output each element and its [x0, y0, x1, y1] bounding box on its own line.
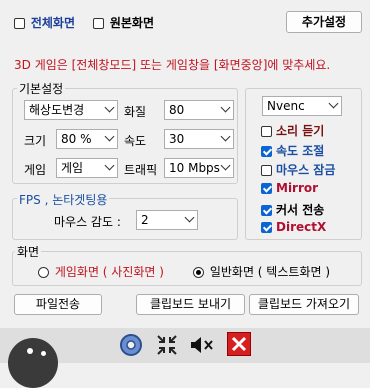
close-icon[interactable]	[227, 332, 251, 356]
quality-label: 화질	[124, 105, 147, 119]
mute-speaker-icon[interactable]	[189, 334, 215, 356]
size-label: 크기	[24, 134, 47, 148]
notice-text: 3D 게임은 [전체창모드] 또는 게임창을 [화면중앙]에 맞추세요.	[14, 58, 331, 72]
option-checkbox-box[interactable]	[261, 165, 272, 176]
option-0-checkbox[interactable]: 소리 듣기	[261, 122, 324, 139]
fullscreen-checkbox-box[interactable]	[14, 18, 25, 29]
option-label: 마우스 잠금	[276, 163, 336, 177]
mouse-sensitivity-select[interactable]: 2	[136, 210, 198, 230]
speed-label: 속도	[124, 134, 147, 148]
option-2-checkbox[interactable]: 마우스 잠금	[261, 161, 335, 178]
option-5-checkbox[interactable]: DirectX	[261, 220, 326, 234]
collapse-icon[interactable]	[156, 334, 178, 356]
chevron-down-icon	[220, 160, 231, 171]
fps-title: FPS , 논타겟팅용	[17, 191, 110, 208]
speed-select[interactable]: 30	[164, 129, 234, 149]
chevron-down-icon	[220, 131, 231, 142]
chevron-down-icon	[104, 160, 115, 171]
traffic-select[interactable]: 10 Mbps	[164, 158, 234, 178]
option-checkbox-box[interactable]	[261, 205, 272, 216]
option-label: Mirror	[276, 181, 319, 195]
quality-select[interactable]: 80	[164, 100, 234, 120]
option-label: DirectX	[276, 220, 327, 234]
option-label: 커서 전송	[276, 203, 325, 217]
game-select[interactable]: 게임	[56, 158, 118, 178]
normal-screen-radio[interactable]: 일반화면 ( 텍스트화면 )	[193, 263, 330, 280]
resolution-change-select[interactable]: 해상도변경	[24, 100, 118, 120]
option-label: 속도 조절	[276, 144, 325, 158]
chevron-down-icon	[328, 98, 339, 109]
original-checkbox-box[interactable]	[93, 18, 104, 29]
file-transfer-button[interactable]: 파일전송	[14, 294, 102, 315]
option-checkbox-box[interactable]	[261, 126, 272, 137]
option-checkbox-box[interactable]	[261, 146, 272, 157]
option-checkbox-box[interactable]	[261, 183, 272, 194]
chevron-down-icon	[104, 131, 115, 142]
fullscreen-checkbox[interactable]: 전체화면	[14, 14, 75, 31]
game-screen-label: 게임화면 ( 사진화면 )	[54, 265, 164, 279]
size-select[interactable]: 80 %	[56, 129, 118, 149]
option-4-checkbox[interactable]: 커서 전송	[261, 201, 324, 218]
normal-screen-label: 일반화면 ( 텍스트화면 )	[209, 265, 330, 279]
extra-settings-button[interactable]: 추가설정	[286, 11, 362, 33]
game-screen-radio-button[interactable]	[38, 267, 49, 278]
basic-settings-title: 기본설정	[17, 80, 66, 97]
chevron-down-icon	[104, 102, 115, 113]
chevron-down-icon	[184, 212, 195, 223]
mouse-sensitivity-label: 마우스 감도 :	[54, 215, 121, 229]
option-label: 소리 듣기	[276, 124, 325, 138]
original-label: 원본화면	[109, 16, 154, 30]
settings-gear-icon[interactable]	[119, 333, 143, 357]
option-checkbox-box[interactable]	[261, 222, 272, 233]
face-icon[interactable]	[8, 338, 58, 388]
encoder-select[interactable]: Nvenc	[262, 96, 342, 116]
normal-screen-radio-button[interactable]	[193, 267, 204, 278]
game-label: 게임	[24, 163, 47, 177]
clipboard-get-button[interactable]: 클립보드 가져오기	[249, 294, 359, 315]
game-screen-radio[interactable]: 게임화면 ( 사진화면 )	[38, 263, 164, 280]
original-screen-checkbox[interactable]: 원본화면	[93, 14, 154, 31]
option-1-checkbox[interactable]: 속도 조절	[261, 142, 324, 159]
traffic-label: 트래픽	[124, 163, 158, 177]
taskbar	[0, 328, 370, 388]
option-3-checkbox[interactable]: Mirror	[261, 181, 318, 195]
fullscreen-label: 전체화면	[30, 16, 75, 30]
screen-title: 화면	[15, 243, 42, 260]
clipboard-send-button[interactable]: 클립보드 보내기	[136, 294, 245, 315]
chevron-down-icon	[220, 102, 231, 113]
